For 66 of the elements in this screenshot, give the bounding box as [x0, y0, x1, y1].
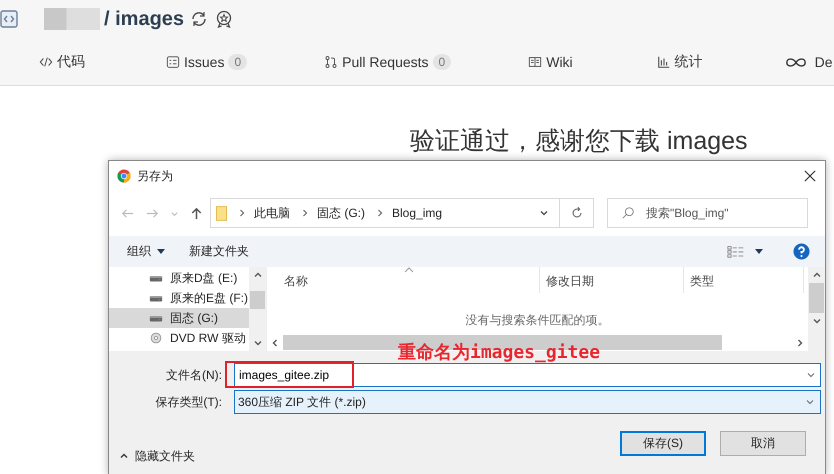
chevron-down-icon[interactable]: [539, 208, 549, 218]
repo-tab[interactable]: Wiki: [528, 54, 573, 70]
caret-icon: [157, 249, 165, 254]
folder-icon: [216, 206, 227, 220]
scrollbar-thumb[interactable]: [250, 291, 265, 309]
repo-tab[interactable]: 统计: [656, 53, 703, 71]
chevron-down-icon[interactable]: [805, 397, 815, 407]
breadcrumb-item[interactable]: 固态 (G:): [317, 204, 365, 222]
refresh-icon: [570, 206, 584, 220]
disc-icon: [149, 332, 163, 344]
dialog-button[interactable]: 取消: [720, 430, 806, 456]
field-label: 文件名(N):: [165, 366, 222, 384]
address-bar[interactable]: 此电脑 固态 (G:) Blog_img: [210, 198, 594, 228]
dialog-button[interactable]: 保存(S): [620, 430, 706, 456]
dropdown-triangle-icon[interactable]: [755, 249, 763, 254]
filename-field[interactable]: images_gitee.zip: [234, 363, 821, 387]
blurred-owner-name: [44, 8, 100, 30]
sort-caret-icon: [404, 267, 414, 273]
repo-title[interactable]: / images: [104, 8, 184, 30]
column-header[interactable]: 修改日期: [540, 267, 684, 293]
breadcrumb-item[interactable]: 此电脑: [254, 204, 290, 222]
chevron-down-icon[interactable]: [806, 370, 816, 380]
repo-tab[interactable]: Pull Requests 0: [324, 54, 452, 70]
search-icon: [621, 206, 635, 220]
infinity-icon: [784, 56, 807, 68]
view-options-icon[interactable]: [727, 245, 745, 258]
column-header[interactable]: 类型: [684, 267, 804, 293]
repo-tab[interactable]: 代码: [39, 53, 85, 71]
column-header[interactable]: 名称: [267, 267, 540, 293]
scrollbar[interactable]: [249, 267, 266, 351]
field-label: 保存类型(T):: [154, 394, 222, 410]
navigation-item[interactable]: 固态 (G:): [109, 308, 249, 328]
chevron-right-icon: [239, 209, 245, 217]
issue-list-icon: [166, 55, 180, 69]
new-folder-button[interactable]: 新建文件夹: [185, 241, 253, 262]
empty-message: 没有与搜索条件匹配的项。: [464, 312, 610, 329]
dialog-title: 另存为: [137, 168, 173, 184]
file-type-dropdown[interactable]: 360压缩 ZIP 文件 (*.zip): [234, 390, 821, 414]
scroll-left-icon[interactable]: [270, 338, 280, 348]
help-icon[interactable]: [793, 243, 810, 260]
annotation-text: 重命名为images_gitee: [398, 341, 600, 364]
download-heading: 验证通过，感谢您下载 images: [410, 126, 749, 157]
scroll-right-icon[interactable]: [795, 338, 805, 348]
scrollbar-thumb[interactable]: [809, 283, 824, 313]
breadcrumb-item[interactable]: Blog_img: [392, 206, 442, 220]
scrollbar[interactable]: [808, 267, 825, 351]
repo-tab[interactable]: Issues 0: [166, 54, 248, 70]
repo-icon: [0, 10, 18, 28]
repo-tab[interactable]: De: [784, 54, 833, 70]
hide-folders-toggle[interactable]: 隐藏文件夹: [119, 448, 195, 464]
bar-chart-icon: [656, 55, 671, 69]
pull-request-icon: [324, 55, 338, 69]
navigation-item[interactable]: DVD RW 驱动: [109, 328, 249, 348]
code-icon: [39, 55, 53, 69]
chevron-right-icon: [302, 209, 308, 217]
navigation-item[interactable]: 原来的E盘 (F:): [109, 288, 249, 308]
scroll-down-icon[interactable]: [252, 338, 262, 348]
chevron-right-icon: [377, 209, 383, 217]
up-arrow-icon[interactable]: [189, 206, 204, 220]
navigation-item[interactable]: 原来D盘 (E:): [109, 268, 249, 288]
search-field[interactable]: 搜索"Blog_img": [607, 198, 808, 228]
book-icon: [528, 55, 542, 69]
organize-menu-button[interactable]: 组织: [123, 241, 169, 262]
scroll-down-icon[interactable]: [812, 316, 822, 326]
browser-logo-icon: [117, 169, 131, 183]
close-icon[interactable]: [804, 170, 816, 182]
